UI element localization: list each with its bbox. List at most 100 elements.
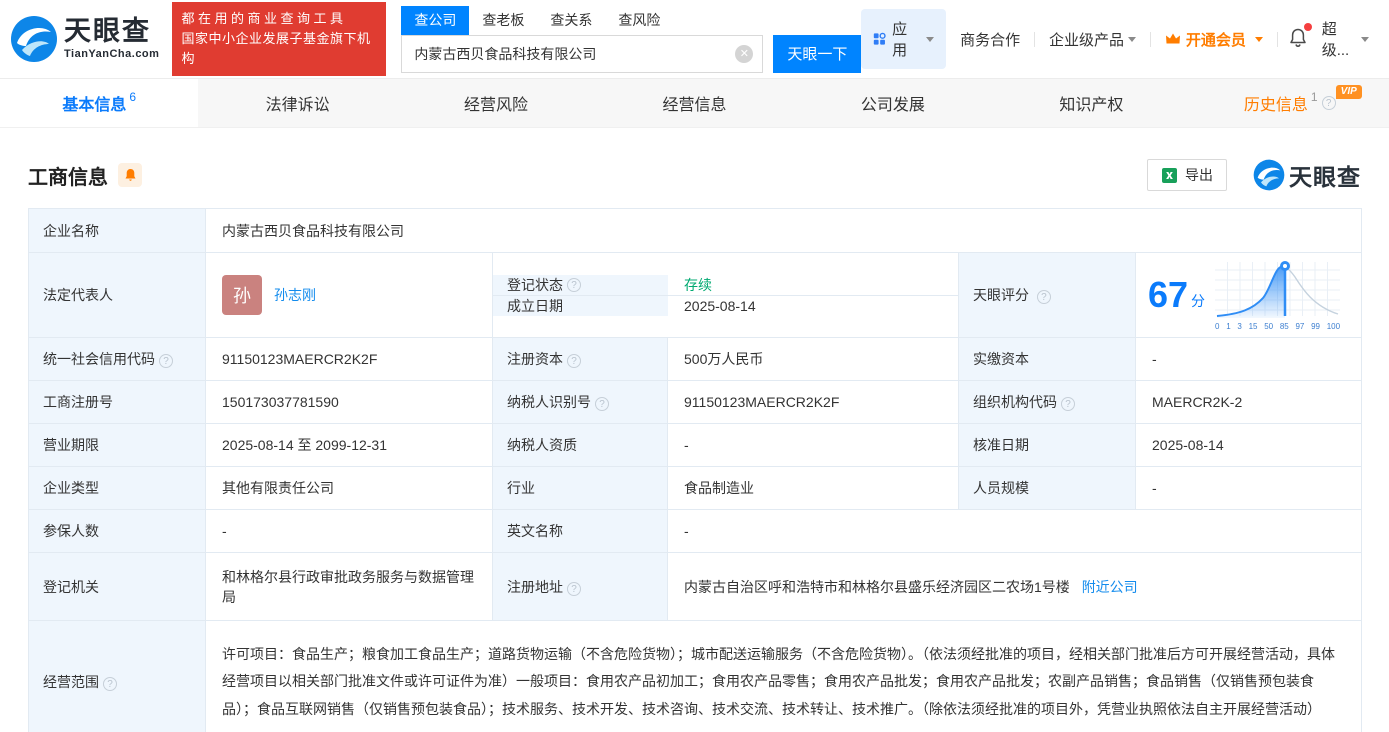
help-icon[interactable]: ? <box>567 581 581 596</box>
reg-number-value: 150173037781590 <box>205 380 493 424</box>
logo-subtitle: TianYanCha.com <box>64 48 160 60</box>
crown-icon <box>1165 33 1180 44</box>
tab-count: 6 <box>129 90 137 104</box>
bell-icon <box>125 169 135 181</box>
nearby-companies-link[interactable]: 附近公司 <box>1082 579 1138 595</box>
tab-company-development[interactable]: 公司发展 <box>794 79 992 127</box>
chevron-down-icon <box>1127 36 1136 42</box>
approval-date-label: 核准日期 <box>958 423 1136 467</box>
reg-status-value: 存续 <box>684 276 712 293</box>
help-icon[interactable]: ? <box>1061 397 1075 411</box>
tab-intellectual-property[interactable]: 知识产权 <box>992 79 1190 127</box>
open-vip-button[interactable]: 开通会员 <box>1151 29 1277 50</box>
search-tab-risk[interactable]: 查风险 <box>605 6 673 35</box>
score-label: 天眼评分 ? <box>958 252 1136 338</box>
chevron-down-icon <box>1254 36 1263 42</box>
clear-search-icon[interactable]: ✕ <box>735 44 754 63</box>
vip-badge: VIP <box>1335 85 1362 99</box>
avatar[interactable]: 孙 <box>222 275 262 315</box>
search-input[interactable] <box>401 34 764 73</box>
biz-term-label: 营业期限 <box>28 423 206 467</box>
help-icon[interactable]: ? <box>1036 290 1051 304</box>
reg-address-label: 注册地址? <box>492 552 668 621</box>
legal-rep-link[interactable]: 孙志刚 <box>274 285 316 305</box>
reg-address-value: 内蒙古自治区呼和浩特市和林格尔县盛乐经济园区二农场1号楼 <box>684 578 1070 595</box>
chevron-down-icon <box>926 36 935 42</box>
search-tabs: 查公司 查老板 查关系 查风险 <box>401 5 861 35</box>
reg-capital-value: 500万人民币 <box>667 337 959 381</box>
chevron-down-icon <box>1360 36 1369 42</box>
company-name-value: 内蒙古西贝食品科技有限公司 <box>205 208 1362 253</box>
tab-legal-litigation[interactable]: 法律诉讼 <box>198 79 396 127</box>
table-row: 工商注册号 150173037781590 纳税人识别号? 91150123MA… <box>28 380 1362 424</box>
section-title: 工商信息 <box>28 166 108 189</box>
biz-scope-label: 经营范围? <box>28 620 206 732</box>
legal-rep-cell: 孙 孙志刚 <box>205 252 493 338</box>
help-icon[interactable]: ? <box>1321 96 1336 110</box>
insured-count-label: 参保人数 <box>28 509 206 553</box>
paid-capital-value: - <box>1135 337 1362 381</box>
help-icon[interactable]: ? <box>567 354 581 368</box>
excel-icon <box>1162 167 1177 183</box>
help-icon[interactable]: ? <box>103 677 117 691</box>
export-button[interactable]: 导出 <box>1147 159 1227 191</box>
table-row: 参保人数 - 英文名称 - <box>28 509 1362 553</box>
staff-size-label: 人员规模 <box>958 466 1136 510</box>
reg-authority-value: 和林格尔县行政审批政务服务与数据管理局 <box>205 552 493 621</box>
apps-menu[interactable]: 应用 <box>861 9 947 69</box>
table-row: 企业类型 其他有限责任公司 行业 食品制造业 人员规模 - <box>28 466 1362 510</box>
tab-operation-risk[interactable]: 经营风险 <box>397 79 595 127</box>
reg-number-label: 工商注册号 <box>28 380 206 424</box>
est-date-label: 成立日期 <box>493 294 668 316</box>
search-tab-relation[interactable]: 查关系 <box>537 6 605 35</box>
menu-enterprise[interactable]: 企业级产品 <box>1035 29 1150 50</box>
biz-scope-value: 许可项目：食品生产；粮食加工食品生产；道路货物运输（不含危险货物）；城市配送运输… <box>205 620 1362 732</box>
account-more[interactable]: 超级... <box>1318 18 1369 60</box>
table-row: 企业名称 内蒙古西贝食品科技有限公司 <box>28 208 1362 253</box>
help-icon[interactable]: ? <box>567 277 581 292</box>
monitor-bell-button[interactable] <box>118 163 142 187</box>
search-button[interactable]: 天眼一下 <box>773 34 862 73</box>
score-cell: 67 分 0 1 3 15 50 85 97 99 100 <box>1135 252 1362 338</box>
industry-label: 行业 <box>492 466 668 510</box>
company-nav-tabs: 基本信息 6 法律诉讼 经营风险 经营信息 公司发展 知识产权 VIP 历史信息… <box>0 78 1389 128</box>
table-row: 统一社会信用代码? 91150123MAERCR2K2F 注册资本? 500万人… <box>28 337 1362 381</box>
search-tab-boss[interactable]: 查老板 <box>469 6 537 35</box>
reg-authority-label: 登记机关 <box>28 552 206 621</box>
search-tab-company[interactable]: 查公司 <box>401 5 470 35</box>
logo-swirl-icon <box>11 16 57 62</box>
tab-basic-info[interactable]: 基本信息 6 <box>0 79 199 127</box>
company-type-label: 企业类型 <box>28 466 206 510</box>
search-block: 查公司 查老板 查关系 查风险 ✕ 天眼一下 <box>401 5 862 73</box>
tianyancha-logo[interactable]: 天眼查 TianYanCha.com <box>10 15 159 63</box>
tianyancha-company-page: 天眼查 TianYanCha.com 都在用的商业查询工具 国家中小企业发展子基… <box>0 0 1389 732</box>
reg-address-cell: 内蒙古自治区呼和浩特市和林格尔县盛乐经济园区二农场1号楼 附近公司 <box>667 552 1362 621</box>
english-name-value: - <box>667 509 1362 553</box>
legal-rep-label: 法定代表人 <box>28 252 206 338</box>
score-unit: 分 <box>1191 293 1206 309</box>
top-menu: 应用 商务合作 企业级产品 开通会员 超级... <box>861 9 1369 69</box>
watermark-text: 天眼查 <box>1289 164 1361 190</box>
top-header: 天眼查 TianYanCha.com 都在用的商业查询工具 国家中小企业发展子基… <box>0 0 1389 78</box>
table-row: 营业期限 2025-08-14 至 2099-12-31 纳税人资质 - 核准日… <box>28 423 1362 467</box>
tab-count: 1 <box>1310 90 1318 104</box>
notification-bell[interactable] <box>1278 22 1318 52</box>
tab-history-info[interactable]: VIP 历史信息 1 ? <box>1191 79 1389 127</box>
org-code-value: MAERCR2K-2 <box>1135 380 1362 424</box>
reg-capital-label: 注册资本? <box>492 337 668 381</box>
tab-operation-info[interactable]: 经营信息 <box>595 79 793 127</box>
english-name-label: 英文名称 <box>492 509 668 553</box>
promo-badge: 都在用的商业查询工具 国家中小企业发展子基金旗下机构 <box>172 1 387 77</box>
insured-count-value: - <box>205 509 493 553</box>
menu-biz-coop[interactable]: 商务合作 <box>946 29 1034 50</box>
staff-size-value: - <box>1135 466 1362 510</box>
taxpayer-id-value: 91150123MAERCR2K2F <box>667 380 959 424</box>
company-type-value: 其他有限责任公司 <box>205 466 493 510</box>
help-icon[interactable]: ? <box>159 354 173 368</box>
help-icon[interactable]: ? <box>595 397 609 411</box>
score-distribution-chart[interactable]: 01 3 15 50 85 97 99 100 <box>1215 260 1343 331</box>
score-axis: 01 3 15 50 85 97 99 100 <box>1215 321 1341 331</box>
taxpayer-quality-value: - <box>667 423 959 467</box>
notification-dot <box>1303 22 1312 31</box>
reg-status-label: 登记状态 ? <box>493 274 668 295</box>
